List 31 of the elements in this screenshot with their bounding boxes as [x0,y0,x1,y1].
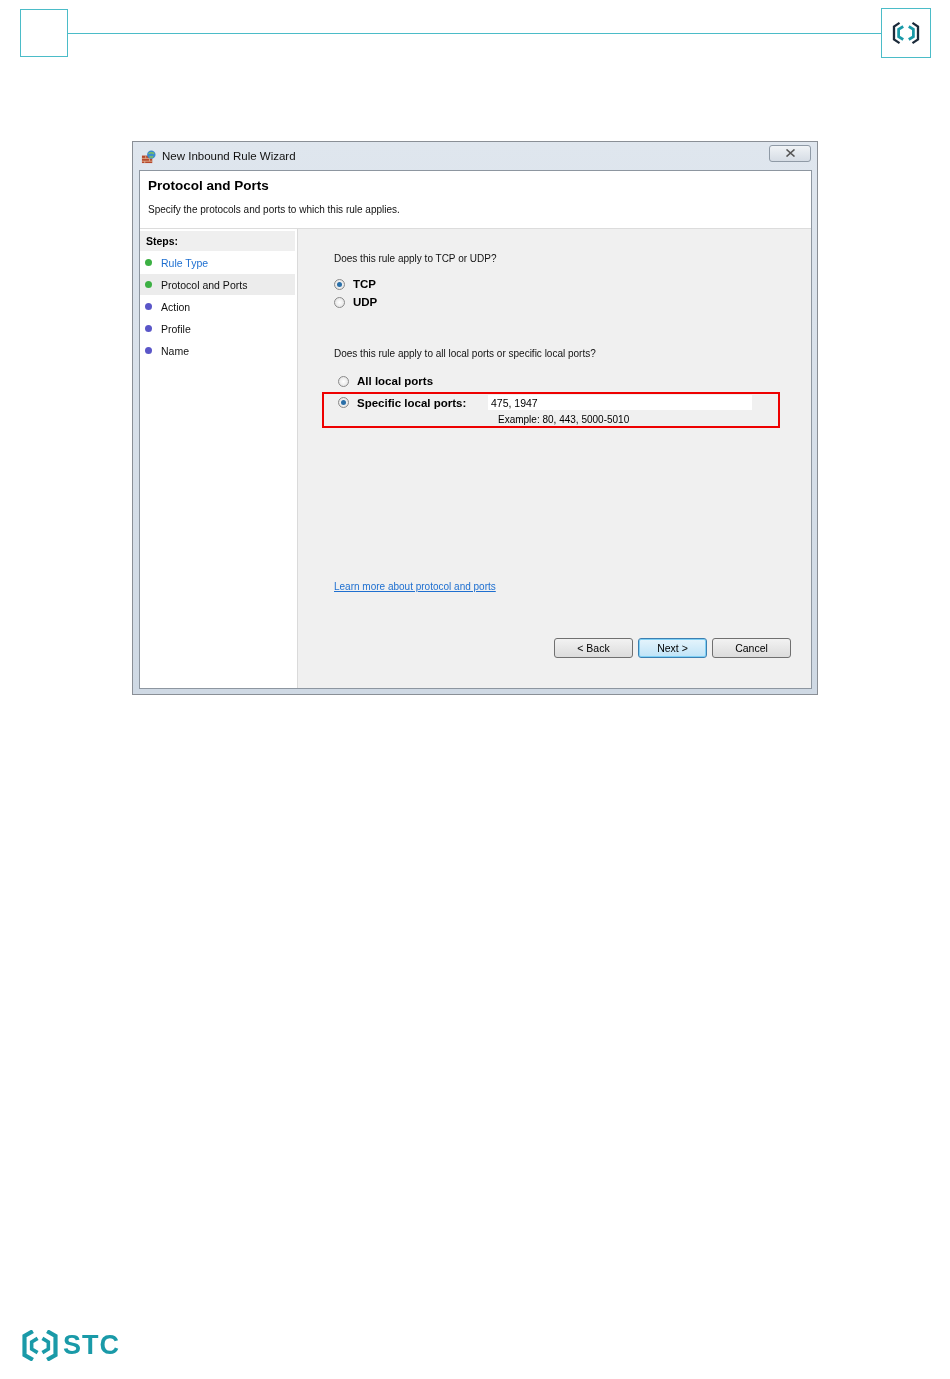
step-item[interactable]: Action [140,296,295,317]
brand-name: STC [63,1330,120,1361]
step-item[interactable]: Protocol and Ports [140,274,295,295]
dialog-button[interactable]: Next > [638,638,707,658]
help-link[interactable]: Learn more about protocol and ports [334,581,496,592]
close-button[interactable] [769,144,811,162]
logo-icon [22,1330,58,1361]
option-label: Specific local ports: [357,396,468,409]
window-title: New Inbound Rule Wizard [162,150,296,162]
option-label: UDP [353,296,378,308]
option-label: TCP [353,278,376,290]
radio-button[interactable] [334,278,345,290]
logo-icon [892,21,920,45]
steps-heading: Steps: [140,231,295,251]
page-title: Protocol and Ports [148,178,270,193]
example-text: Example: 80, 443, 5000-5010 [498,414,631,425]
radio-button[interactable] [338,375,349,387]
option-label: All local ports [357,375,435,387]
question-text: Does this rule apply to all local ports or specific local ports? [334,348,597,359]
page-description: Specify the protocols and ports to which this rule applies. [148,204,401,215]
step-item[interactable]: Name [140,340,295,361]
ports-field[interactable]: 475, 1947 [488,395,752,410]
dialog-button[interactable]: < Back [554,638,633,658]
step-item[interactable]: Rule Type [140,252,295,273]
firewall-icon [141,148,156,164]
radio-button[interactable] [334,296,345,308]
question-text: Does this rule apply to TCP or UDP? [334,253,498,264]
radio-button[interactable] [338,397,349,408]
step-item[interactable]: Profile [140,318,295,339]
dialog-button[interactable]: Cancel [712,638,791,658]
close-icon [784,149,796,157]
